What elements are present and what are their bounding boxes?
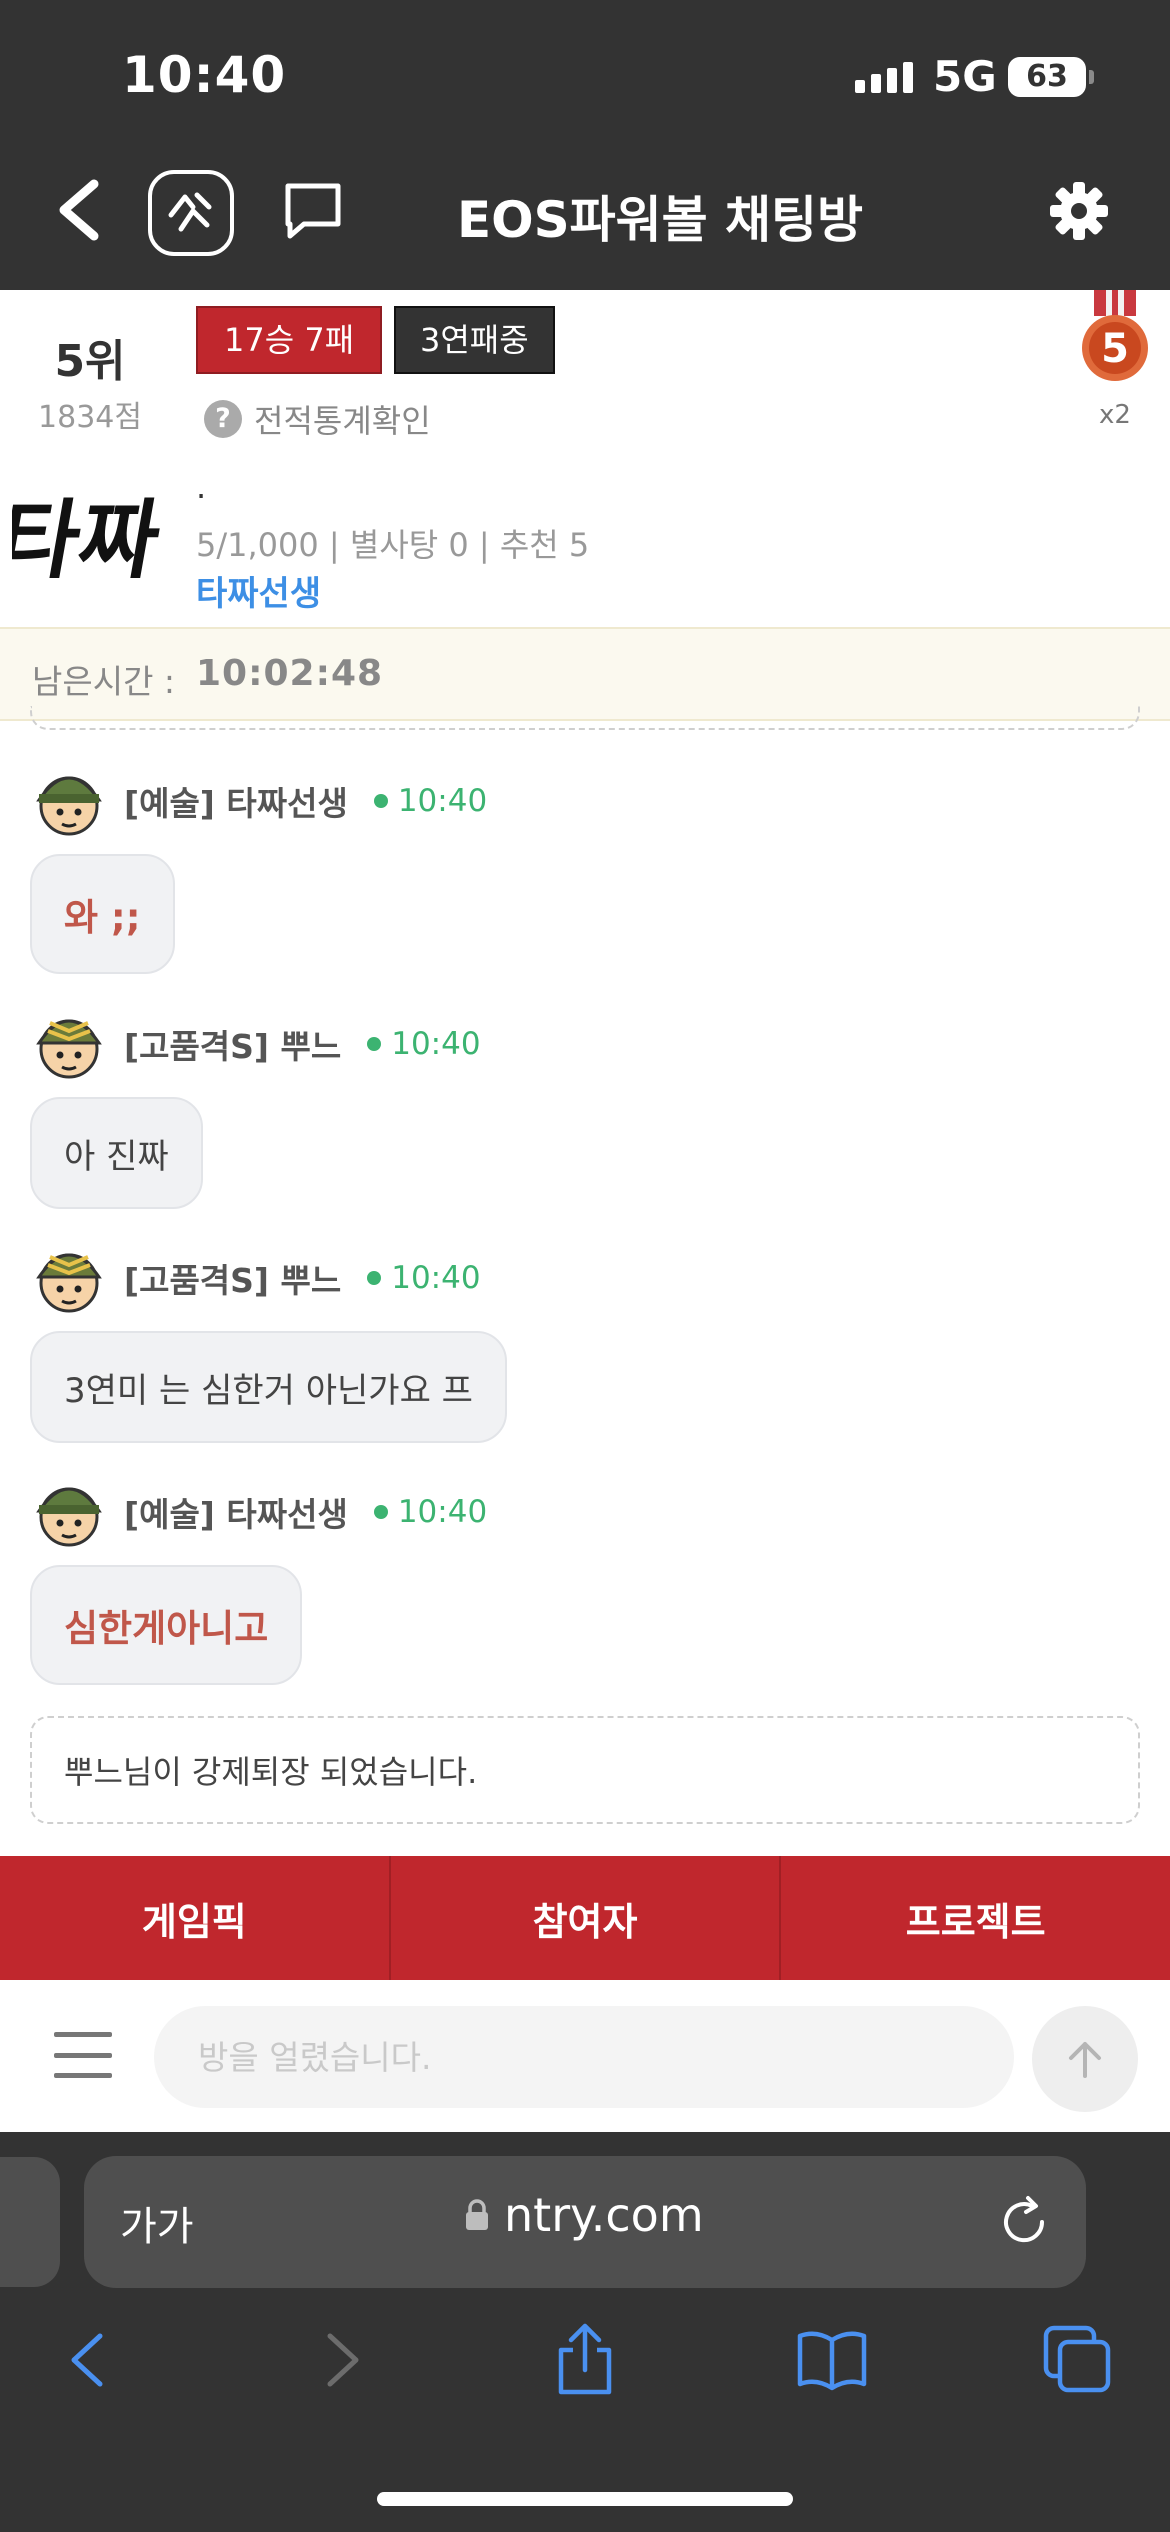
bookmarks-icon[interactable] [794, 2322, 870, 2398]
status-time: 10:40 [122, 46, 287, 104]
chat-input[interactable] [154, 2006, 1014, 2108]
arrow-up-icon [1069, 2042, 1101, 2078]
back-icon[interactable] [52, 2322, 128, 2398]
tabs-icon[interactable] [1040, 2322, 1116, 2398]
profile-meta: 5/1,000 | 별사탕 0 | 추천 5 [196, 526, 590, 564]
win-loss-badge: 17승 7패 [196, 306, 383, 374]
bottom-tab-bar: 게임픽 참여자 프로젝트 [0, 1856, 1170, 1980]
profile-image: 타짜 [12, 491, 167, 591]
battery-tip [1089, 70, 1094, 84]
soldier-rank-avatar-icon [36, 1253, 102, 1313]
rank-label: 5위 [54, 336, 126, 387]
stats-link-label: 전적통계확인 [254, 402, 431, 440]
lock-icon [466, 2199, 488, 2230]
previous-tab-peek[interactable] [0, 2157, 60, 2287]
sender-name[interactable]: [고품격S] 뿌느 [124, 1254, 341, 1302]
online-dot [373, 794, 388, 808]
message-time: 10:40 [397, 1494, 488, 1530]
soldier-avatar-icon [36, 1487, 102, 1547]
home-indicator [377, 2492, 793, 2506]
online-dot [367, 1271, 382, 1285]
browser-chrome: 가가 ntry.com [0, 2132, 1170, 2532]
page-title: EOS파워볼 채팅방 [456, 191, 864, 249]
tab-game-pick[interactable]: 게임픽 [0, 1856, 391, 1980]
chat-bubble-icon[interactable] [280, 178, 346, 244]
medal-number: 5 [1101, 326, 1129, 372]
top-bar: 10:40 5G 63 EOS파워볼 채팅방 [0, 0, 1170, 290]
share-icon[interactable] [547, 2322, 623, 2398]
message-header: [예술] 타짜선생 10:40 [30, 762, 487, 840]
medal-icon: 5 [1082, 290, 1148, 381]
message-bubble: 와 ;; [30, 854, 175, 974]
message-time: 10:40 [391, 1026, 481, 1062]
message-bubble: 3연미 는 심한거 아닌가요 프 [30, 1331, 507, 1443]
message-bubble: 아 진짜 [30, 1097, 203, 1209]
hamburger-menu-icon[interactable] [54, 2032, 112, 2078]
message-time: 10:40 [397, 783, 488, 819]
timer-label: 남은시간 : [32, 662, 176, 701]
soldier-avatar-icon [36, 776, 102, 836]
text-size-button[interactable]: 가가 [120, 2194, 194, 2252]
sender-name[interactable]: [고품격S] 뿌느 [124, 1020, 341, 1068]
profile-image-text: 타짜 [12, 491, 167, 591]
profile-name-link[interactable]: 타짜선생 [196, 566, 321, 615]
question-icon: ? [204, 400, 242, 438]
app-logo-icon[interactable] [148, 170, 234, 256]
timer-value: 10:02:48 [196, 653, 384, 694]
url-display[interactable]: ntry.com [464, 2188, 704, 2242]
tab-project[interactable]: 프로젝트 [781, 1856, 1170, 1980]
battery-icon: 63 [1008, 57, 1086, 97]
medal-multiplier: x2 [1099, 400, 1131, 430]
message-time: 10:40 [391, 1260, 481, 1296]
chat-input-row [0, 1980, 1170, 2132]
message-header: [고품격S] 뿌느 10:40 [30, 1005, 481, 1083]
signal-icon [855, 62, 913, 93]
network-type: 5G [933, 52, 997, 101]
gear-icon[interactable] [1046, 178, 1112, 244]
send-button[interactable] [1032, 2006, 1138, 2112]
back-arrow-icon[interactable] [50, 170, 110, 250]
url-text: ntry.com [504, 2188, 704, 2242]
system-notice: 뿌느님이 강제퇴장 되었습니다. [30, 1716, 1140, 1824]
message-bubble: 심한게아니고 [30, 1565, 303, 1685]
message-header: [예술] 타짜선생 10:40 [30, 1473, 487, 1551]
soldier-rank-avatar-icon [36, 1019, 102, 1079]
online-dot [367, 1037, 382, 1051]
sender-name[interactable]: [예술] 타짜선생 [124, 777, 348, 825]
message-header: [고품격S] 뿌느 10:40 [30, 1239, 481, 1317]
sender-name[interactable]: [예술] 타짜선생 [124, 1488, 348, 1536]
tab-participants[interactable]: 참여자 [391, 1856, 782, 1980]
previous-notice-edge [30, 706, 1140, 730]
reload-icon[interactable] [994, 2192, 1054, 2252]
address-bar[interactable]: 가가 ntry.com [84, 2156, 1086, 2288]
stats-link[interactable]: ? 전적통계확인 [204, 396, 431, 442]
points-label: 1834점 [38, 400, 142, 435]
profile-status: . [196, 468, 207, 506]
online-dot [373, 1505, 388, 1519]
forward-icon[interactable] [302, 2322, 378, 2398]
streak-badge: 3연패중 [394, 306, 555, 374]
